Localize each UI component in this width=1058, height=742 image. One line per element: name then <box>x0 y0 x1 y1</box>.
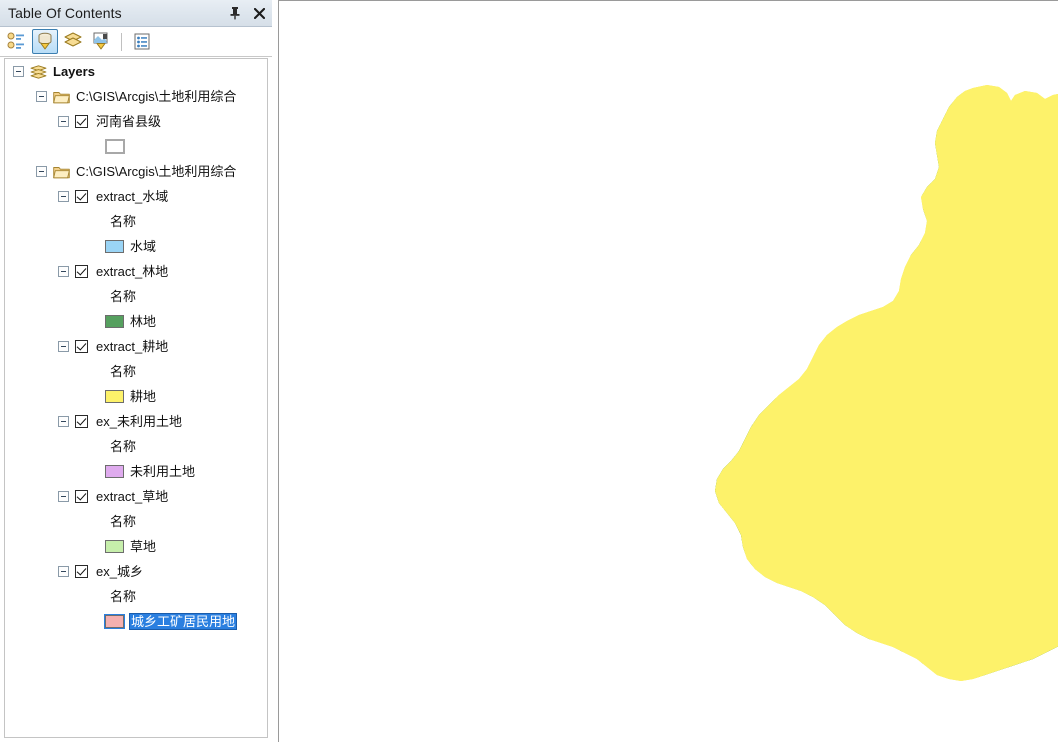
layer-visibility-checkbox[interactable] <box>75 415 88 428</box>
tree-item-group-1[interactable]: C:\GIS\Arcgis\土地利用综合 <box>5 159 267 184</box>
expand-collapse-icon[interactable] <box>36 91 47 102</box>
renderer-field-label: 名称 <box>110 214 137 229</box>
auto-hide-pin-icon[interactable] <box>226 4 244 22</box>
henan-landuse-map <box>279 1 1058 742</box>
layer-visibility-checkbox[interactable] <box>75 115 88 128</box>
symbol-swatch[interactable] <box>105 465 124 478</box>
layer-name-label: extract_水域 <box>96 189 169 204</box>
symbol-label: 耕地 <box>130 389 157 404</box>
group-path-label: C:\GIS\Arcgis\土地利用综合 <box>76 164 237 179</box>
title-bar-buttons <box>226 0 268 26</box>
renderer-field-label-row: 名称 <box>5 584 267 609</box>
list-by-source-button[interactable] <box>32 29 58 54</box>
map-canvas[interactable] <box>279 1 1058 742</box>
tree-item-layer-extract-caodi[interactable]: extract_草地 <box>5 484 267 509</box>
layer-name-label: ex_城乡 <box>96 564 143 579</box>
expand-collapse-icon[interactable] <box>58 566 69 577</box>
layer-visibility-checkbox[interactable] <box>75 265 88 278</box>
tree-item-symbol-gengdi[interactable]: 耕地 <box>5 384 267 409</box>
layer-name-label: extract_草地 <box>96 489 169 504</box>
tree-item-symbol-shuiyu[interactable]: 水域 <box>5 234 267 259</box>
tree-item-layer-extract-shuiyu[interactable]: extract_水域 <box>5 184 267 209</box>
renderer-field-label: 名称 <box>110 289 137 304</box>
map-data-frame[interactable] <box>278 0 1058 742</box>
symbol-label: 未利用土地 <box>130 464 196 479</box>
layer-tree[interactable]: Layers C:\GIS\Arcgis\土地利用综合 河南省县级 C:\GIS… <box>4 58 268 738</box>
symbol-label[interactable]: 城乡工矿居民用地 <box>128 613 238 630</box>
list-by-selection-button[interactable] <box>88 29 114 54</box>
symbol-label: 水域 <box>130 239 157 254</box>
renderer-field-label-row: 名称 <box>5 434 267 459</box>
layer-visibility-checkbox[interactable] <box>75 490 88 503</box>
toc-toolbar <box>0 27 272 57</box>
tree-item-symbol-weiliyong[interactable]: 未利用土地 <box>5 459 267 484</box>
symbol-swatch[interactable] <box>105 540 124 553</box>
layers-root-label: Layers <box>53 64 95 79</box>
layer-name-label: extract_林地 <box>96 264 169 279</box>
symbol-swatch[interactable] <box>105 390 124 403</box>
toolbar-separator <box>121 32 122 51</box>
layer-visibility-checkbox[interactable] <box>75 565 88 578</box>
layer-name-label: 河南省县级 <box>96 114 162 129</box>
layer-visibility-checkbox[interactable] <box>75 340 88 353</box>
tree-item-layer-henan-county[interactable]: 河南省县级 <box>5 109 267 134</box>
symbol-swatch[interactable] <box>105 315 124 328</box>
expand-collapse-icon[interactable] <box>58 491 69 502</box>
close-icon[interactable] <box>250 4 268 22</box>
layer-name-label: extract_耕地 <box>96 339 169 354</box>
tree-item-layer-ex-weiliyong[interactable]: ex_未利用土地 <box>5 409 267 434</box>
expand-collapse-icon[interactable] <box>58 341 69 352</box>
renderer-field-label: 名称 <box>110 589 137 604</box>
layer-visibility-checkbox[interactable] <box>75 190 88 203</box>
renderer-field-label: 名称 <box>110 439 137 454</box>
expand-collapse-icon[interactable] <box>58 266 69 277</box>
table-of-contents-panel: Table Of Contents Layers C:\GIS\Arcgis\土… <box>0 0 272 742</box>
folder-icon <box>53 165 70 179</box>
toc-title-bar: Table Of Contents <box>0 0 272 27</box>
list-by-visibility-button[interactable] <box>60 29 86 54</box>
symbol-swatch[interactable] <box>104 614 125 629</box>
tree-item-layer-extract-gengdi[interactable]: extract_耕地 <box>5 334 267 359</box>
tree-item-layer-extract-lindi[interactable]: extract_林地 <box>5 259 267 284</box>
arcmap-window: Table Of Contents Layers C:\GIS\Arcgis\土… <box>0 0 1058 742</box>
renderer-field-label-row: 名称 <box>5 359 267 384</box>
page-title: Table Of Contents <box>8 5 122 21</box>
tree-item-symbol-caodi[interactable]: 草地 <box>5 534 267 559</box>
symbol-label: 草地 <box>130 539 157 554</box>
renderer-field-label-row: 名称 <box>5 209 267 234</box>
expand-collapse-icon[interactable] <box>58 416 69 427</box>
expand-collapse-icon[interactable] <box>36 166 47 177</box>
renderer-field-label-row: 名称 <box>5 509 267 534</box>
options-button[interactable] <box>129 29 155 54</box>
layer-name-label: ex_未利用土地 <box>96 414 182 429</box>
tree-item-symbol-lindi[interactable]: 林地 <box>5 309 267 334</box>
tree-item-group-0[interactable]: C:\GIS\Arcgis\土地利用综合 <box>5 84 267 109</box>
tree-item-symbol-county-outline[interactable] <box>5 134 267 159</box>
list-by-drawing-order-button[interactable] <box>4 29 30 54</box>
renderer-field-label: 名称 <box>110 514 137 529</box>
expand-collapse-icon[interactable] <box>58 191 69 202</box>
symbol-swatch[interactable] <box>105 139 125 154</box>
tree-item-layer-ex-chengxiang[interactable]: ex_城乡 <box>5 559 267 584</box>
tree-item-symbol-chengxiang[interactable]: 城乡工矿居民用地 <box>5 609 267 634</box>
renderer-field-label-row: 名称 <box>5 284 267 309</box>
layers-stack-icon <box>30 64 47 79</box>
symbol-label: 林地 <box>130 314 157 329</box>
renderer-field-label: 名称 <box>110 364 137 379</box>
folder-icon <box>53 90 70 104</box>
group-path-label: C:\GIS\Arcgis\土地利用综合 <box>76 89 237 104</box>
tree-item-layers-root[interactable]: Layers <box>5 59 267 84</box>
symbol-swatch[interactable] <box>105 240 124 253</box>
expand-collapse-icon[interactable] <box>58 116 69 127</box>
expand-collapse-icon[interactable] <box>13 66 24 77</box>
